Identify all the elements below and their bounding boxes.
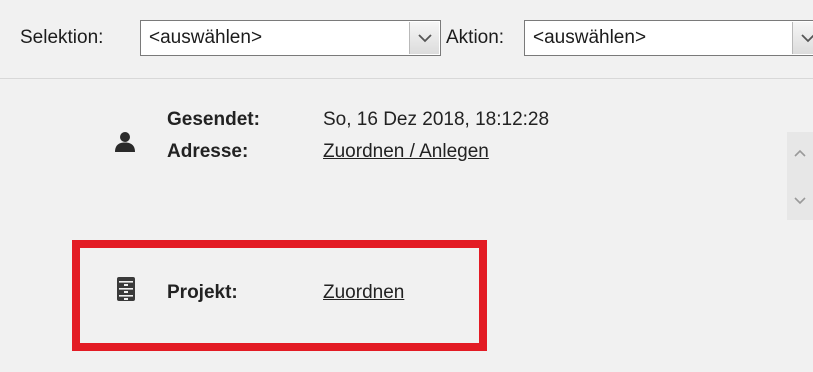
aktion-select-value: <auswählen> [533, 27, 647, 48]
sent-label: Gesendet: [167, 109, 260, 130]
chevron-down-icon [801, 34, 813, 43]
project-label: Projekt: [167, 282, 238, 303]
address-assign-link[interactable]: Zuordnen / Anlegen [323, 141, 489, 163]
sent-value: So, 16 Dez 2018, 18:12:28 [323, 109, 550, 130]
aktion-dropdown-button[interactable] [792, 22, 813, 54]
address-label: Adresse: [167, 141, 249, 162]
selektion-dropdown-button[interactable] [409, 22, 439, 54]
project-assign-link[interactable]: Zuordnen [323, 282, 404, 304]
selektion-select-value: <auswählen> [149, 27, 263, 48]
project-cabinet-icon [116, 277, 136, 306]
toolbar: Selektion: <auswählen> Aktion: <auswähle… [0, 0, 813, 79]
selektion-label: Selektion: [20, 27, 104, 48]
aktion-select[interactable]: <auswählen> [524, 20, 813, 56]
scrollbar[interactable] [787, 132, 813, 220]
selektion-select[interactable]: <auswählen> [140, 20, 441, 56]
chevron-down-icon [418, 34, 432, 43]
chevron-down-icon[interactable] [793, 196, 807, 206]
chevron-up-icon[interactable] [793, 148, 807, 158]
aktion-label: Aktion: [446, 27, 505, 48]
person-icon [114, 131, 136, 158]
